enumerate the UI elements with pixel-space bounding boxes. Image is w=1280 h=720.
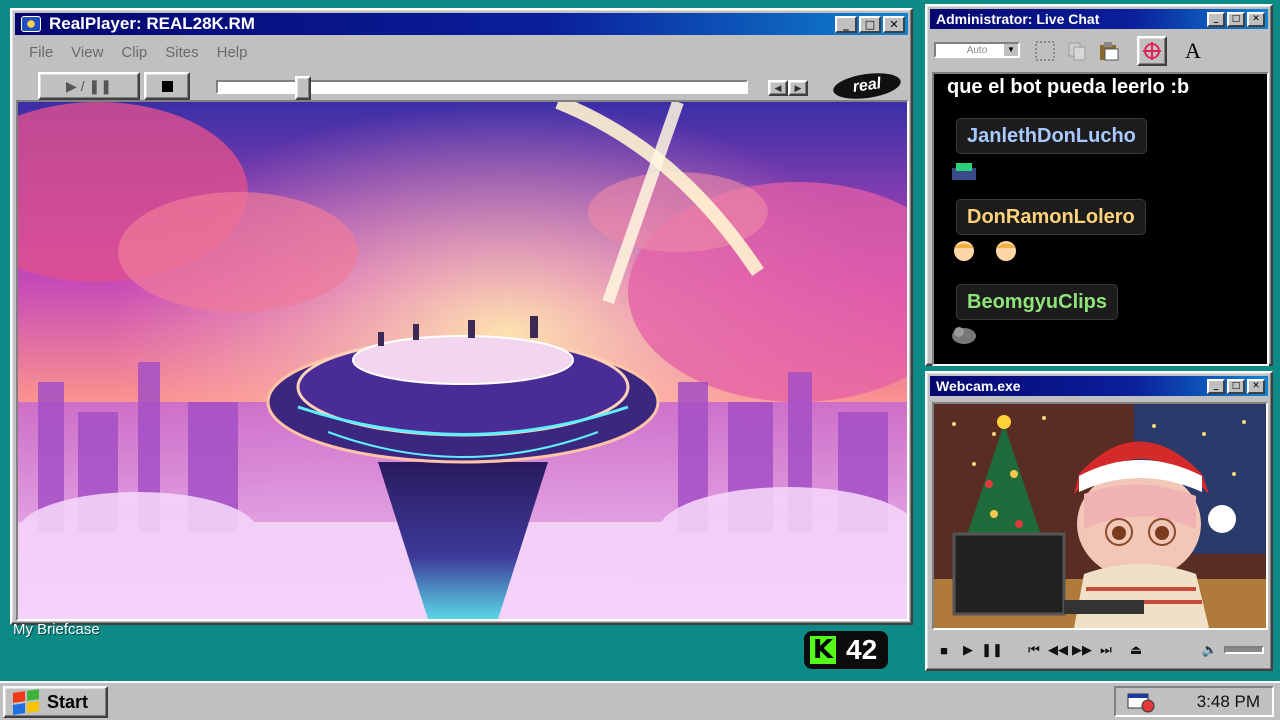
skip-forward-icon[interactable]: ⏭: [1094, 642, 1118, 658]
chat-username: DonRamonLolero: [956, 199, 1146, 235]
realplayer-title: RealPlayer: REAL28K.RM: [49, 14, 255, 33]
rewind-icon[interactable]: ◀◀: [1046, 642, 1070, 658]
realplayer-menubar: File View Clip Sites Help: [20, 40, 256, 64]
taskbar: Start 3:48 PM: [0, 681, 1280, 720]
maximize-button[interactable]: □: [1227, 379, 1245, 394]
menu-clip[interactable]: Clip: [112, 40, 156, 64]
realplayer-titlebar[interactable]: RealPlayer: REAL28K.RM _ □ ✕: [15, 13, 908, 35]
live-chat-window: Administrator: Live Chat _ □ ✕ Auto ▼ A …: [925, 4, 1273, 366]
chat-username: JanlethDonLucho: [956, 118, 1147, 154]
video-display[interactable]: [16, 100, 909, 621]
close-button[interactable]: ✕: [1247, 379, 1265, 394]
font-size-combo[interactable]: Auto ▼: [934, 42, 1020, 58]
chevron-down-icon[interactable]: ▼: [1004, 44, 1018, 56]
close-button[interactable]: ✕: [883, 16, 905, 33]
seek-bar[interactable]: [216, 76, 748, 100]
pause-icon[interactable]: ❚❚: [980, 642, 1004, 658]
volume-icon[interactable]: 🔈: [1198, 642, 1222, 658]
chat-messages[interactable]: que el bot pueda leerlo :b JanlethDonLuc…: [932, 72, 1269, 366]
stop-button[interactable]: [144, 72, 190, 100]
font-icon[interactable]: A: [1178, 36, 1208, 66]
chat-emote-icon: [952, 327, 976, 344]
font-size-combo-value: Auto: [966, 45, 988, 56]
chat-username: BeomgyuClips: [956, 284, 1119, 320]
minimize-button[interactable]: _: [1207, 379, 1225, 394]
video-frame-fantasy-city: [18, 102, 907, 619]
menu-view[interactable]: View: [62, 40, 112, 64]
webcam-title: Webcam.exe: [936, 378, 1021, 394]
play-pause-label: ▶ / ❚❚: [66, 77, 112, 94]
chat-message-text: que el bot pueda leerlo :b: [947, 76, 1190, 98]
maximize-button[interactable]: □: [1227, 12, 1245, 27]
menu-help[interactable]: Help: [208, 40, 257, 64]
previous-clip-button[interactable]: ◀: [768, 80, 788, 96]
volume-slider[interactable]: [1224, 646, 1264, 654]
maximize-button[interactable]: □: [859, 16, 881, 33]
play-icon[interactable]: ▶: [956, 642, 980, 658]
realplayer-app-icon: [21, 16, 41, 32]
skip-back-icon[interactable]: ⏮: [1022, 642, 1046, 658]
chat-emote-icon: [996, 241, 1016, 261]
select-icon[interactable]: [1030, 36, 1060, 66]
desktop-icon-label[interactable]: My Briefcase: [13, 621, 100, 638]
viewer-count-badge: K 42: [804, 631, 888, 669]
minimize-button[interactable]: _: [835, 16, 857, 33]
webcam-titlebar[interactable]: Webcam.exe _ □ ✕: [930, 376, 1268, 396]
start-label: Start: [47, 691, 89, 712]
kick-logo-icon: K: [810, 636, 836, 664]
menu-file[interactable]: File: [20, 40, 62, 64]
realplayer-controls: ▶ / ❚❚ ◀ ▶ real: [18, 68, 905, 103]
system-tray: 3:48 PM: [1114, 686, 1274, 717]
stop-icon[interactable]: ■: [932, 643, 956, 658]
play-pause-button[interactable]: ▶ / ❚❚: [38, 72, 140, 100]
start-button[interactable]: Start: [3, 686, 108, 718]
menu-sites[interactable]: Sites: [156, 40, 207, 64]
stop-icon: [161, 80, 173, 92]
copy-icon[interactable]: [1062, 36, 1092, 66]
clock[interactable]: 3:48 PM: [1197, 692, 1260, 712]
webcam-feed: [932, 402, 1268, 630]
minimize-button[interactable]: _: [1207, 12, 1225, 27]
webcam-avatar-scene: [934, 404, 1266, 628]
chat-titlebar[interactable]: Administrator: Live Chat _ □ ✕: [930, 9, 1268, 29]
chat-emote-icon: [954, 241, 974, 261]
fast-forward-icon[interactable]: ▶▶: [1070, 642, 1094, 658]
real-logo: real: [831, 69, 903, 103]
chat-title: Administrator: Live Chat: [936, 11, 1100, 27]
eject-icon[interactable]: ⏏: [1124, 642, 1148, 658]
close-button[interactable]: ✕: [1247, 12, 1265, 27]
seek-thumb[interactable]: [295, 76, 311, 100]
chat-emote-icon: [952, 163, 976, 180]
webcam-controls: ■ ▶ ❚❚ ⏮ ◀◀ ▶▶ ⏭ ⏏ 🔈: [932, 636, 1264, 664]
chat-toolbar: Auto ▼ A: [932, 34, 1266, 68]
realplayer-window: RealPlayer: REAL28K.RM _ □ ✕ File View C…: [10, 8, 913, 625]
paste-icon[interactable]: [1094, 36, 1124, 66]
webcam-window: Webcam.exe _ □ ✕ ■ ▶ ❚❚ ⏮ ◀◀ ▶▶ ⏭ ⏏ 🔈: [925, 371, 1273, 671]
windows-logo-icon: [13, 689, 39, 715]
viewer-count: 42: [846, 634, 878, 665]
scheduler-tray-icon[interactable]: [1126, 691, 1156, 713]
emoji-picker-icon[interactable]: [1137, 36, 1167, 66]
next-clip-button[interactable]: ▶: [788, 80, 808, 96]
